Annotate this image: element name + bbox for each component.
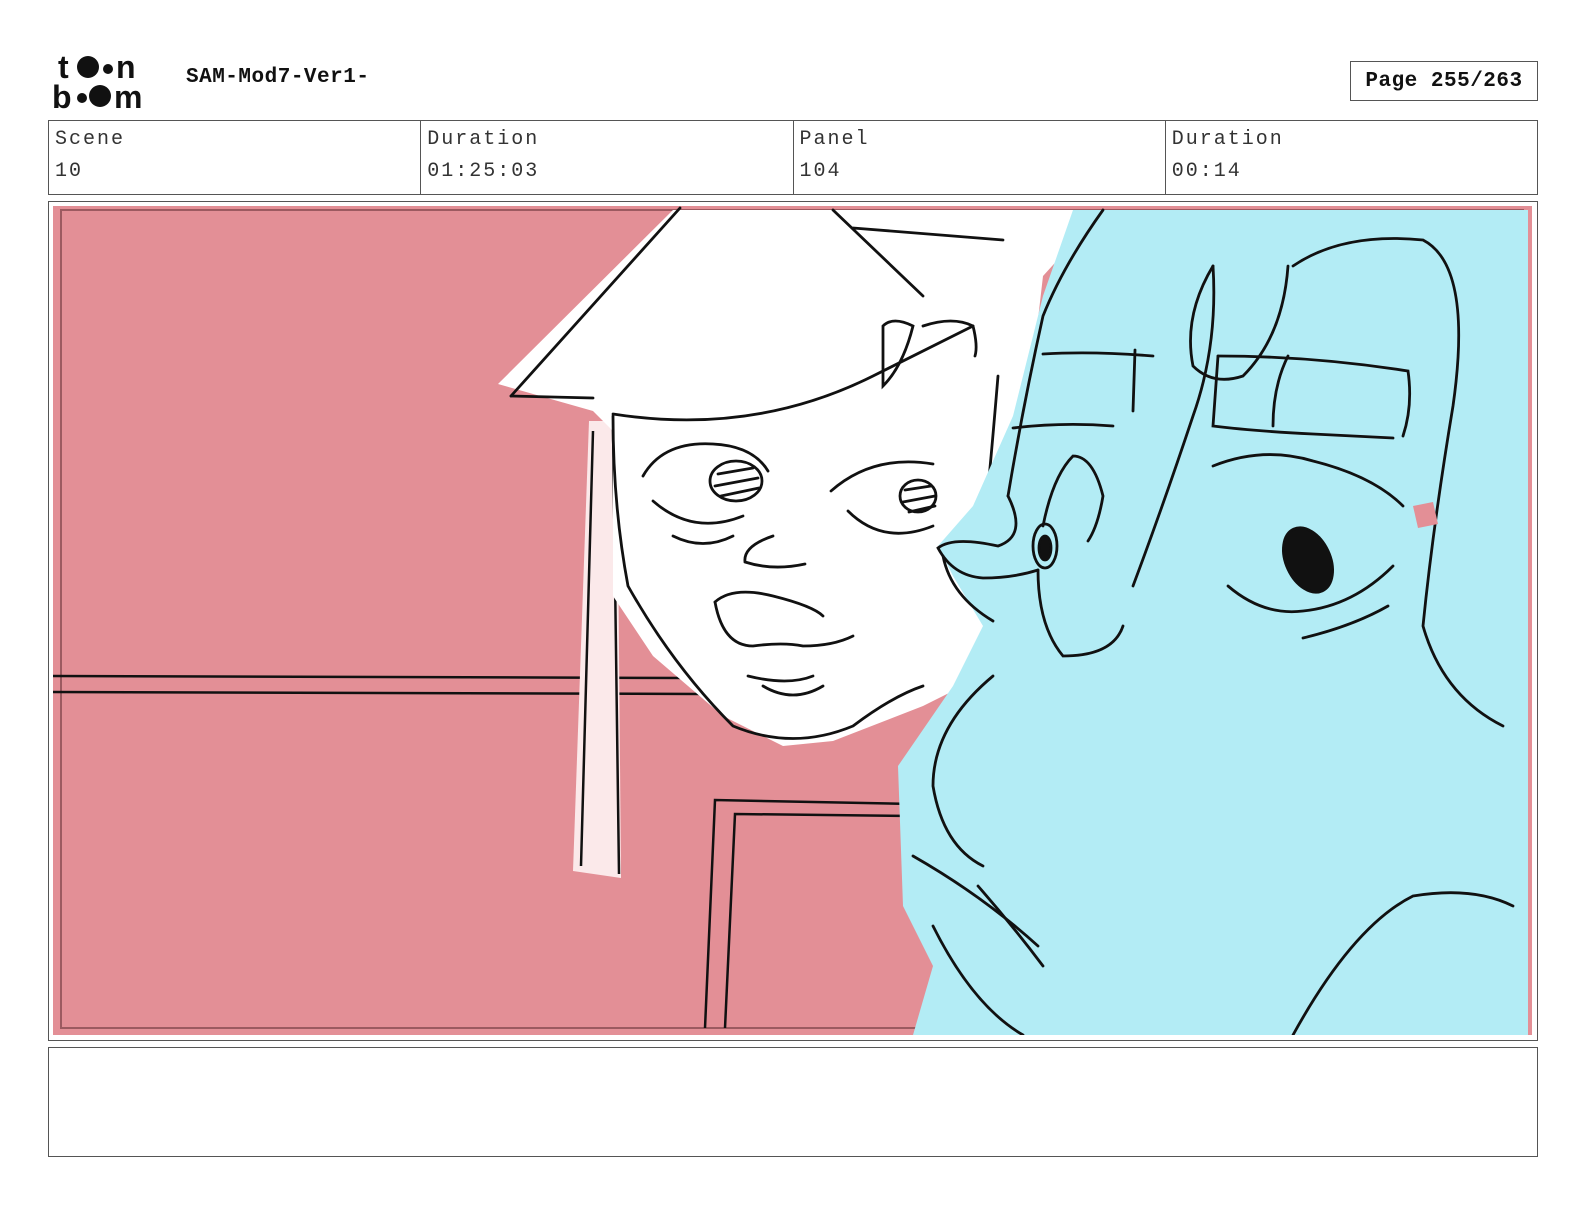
document-title: SAM-Mod7-Ver1- <box>186 66 370 89</box>
panel-cell: Panel 104 <box>792 121 1165 194</box>
panel-duration-value: 00:14 <box>1171 160 1242 183</box>
scene-duration-value: 01:25:03 <box>427 160 540 183</box>
storyboard-panel <box>48 201 1538 1041</box>
scene-duration-label: Duration <box>427 128 540 151</box>
svg-text:m: m <box>114 79 142 112</box>
svg-text:b: b <box>52 79 72 112</box>
toon-boom-logo: t n b m <box>52 50 142 112</box>
panel-duration-cell: Duration 00:14 <box>1164 121 1537 194</box>
panel-duration-label: Duration <box>1171 128 1284 151</box>
panel-drawing <box>53 206 1532 1035</box>
scene-cell: Scene 10 <box>49 121 420 194</box>
panel-notes-box <box>48 1047 1538 1157</box>
scene-value: 10 <box>55 160 84 183</box>
scene-info-table: Scene 10 Duration 01:25:03 Panel 104 Dur… <box>48 120 1538 195</box>
panel-label: Panel <box>799 128 870 151</box>
page-indicator: Page 255/263 <box>1350 61 1538 101</box>
panel-value: 104 <box>799 160 842 183</box>
scene-duration-cell: Duration 01:25:03 <box>420 121 792 194</box>
scene-label: Scene <box>55 128 126 151</box>
